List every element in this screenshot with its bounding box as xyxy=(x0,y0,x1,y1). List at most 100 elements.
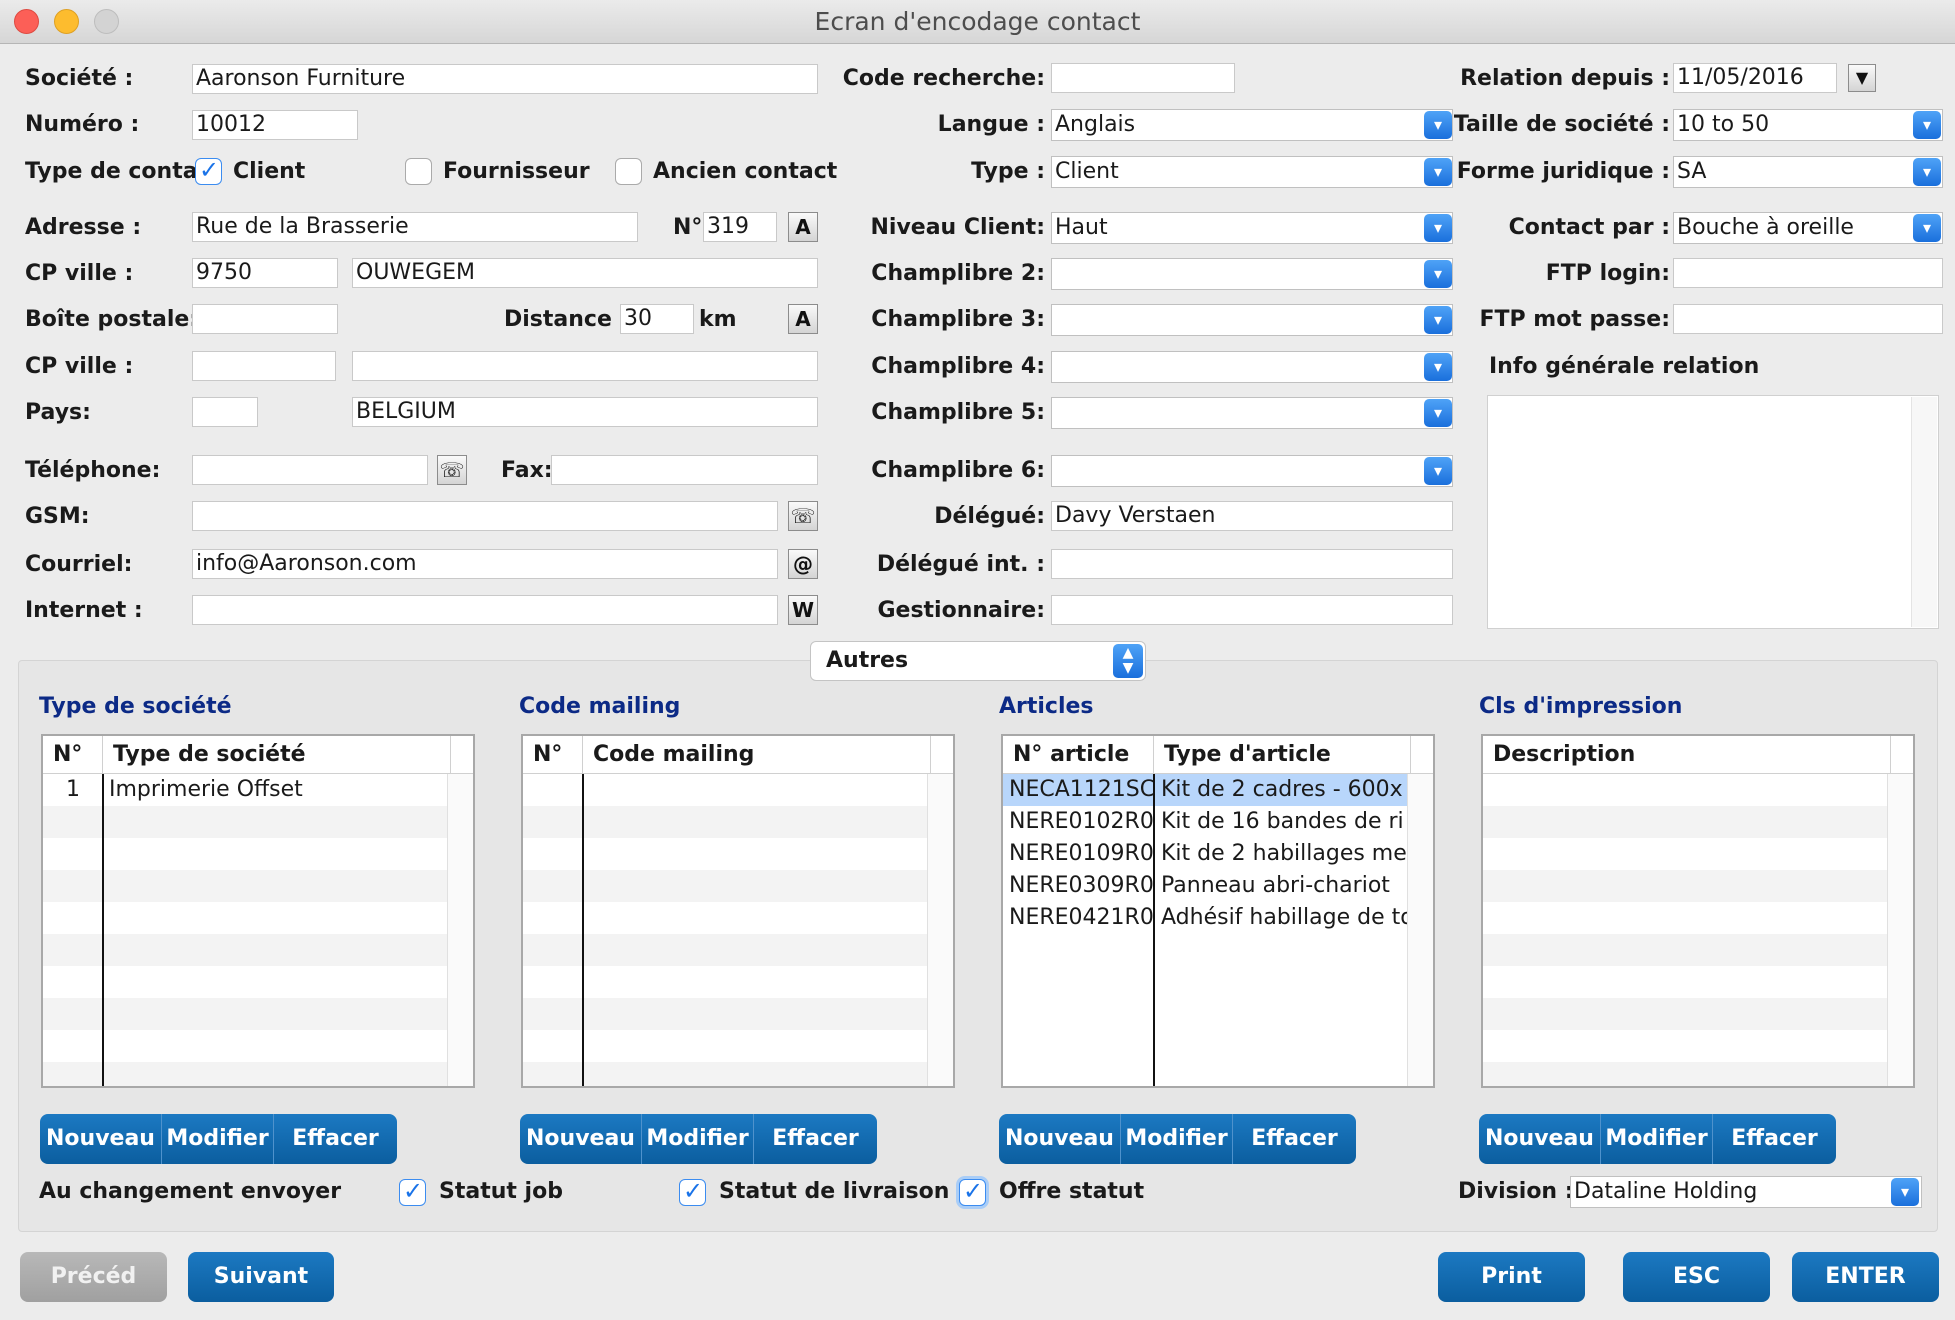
column-header-no[interactable]: N° xyxy=(523,736,583,774)
type-societe-table[interactable]: N° Type de société 1 Imprimerie Offset xyxy=(41,734,475,1088)
address-lookup-icon[interactable]: A xyxy=(788,212,818,242)
column-header-description[interactable]: Description xyxy=(1483,736,1891,774)
table-row[interactable]: NERE0421R0 Adhésif habillage de to xyxy=(1003,902,1407,934)
distance-input[interactable]: 30 xyxy=(620,304,694,334)
articles-nouveau-button[interactable]: Nouveau xyxy=(999,1114,1121,1164)
fax-input[interactable] xyxy=(551,455,818,485)
column-header-type-article[interactable]: Type d'article xyxy=(1154,736,1411,774)
ville-2-input[interactable] xyxy=(352,351,818,381)
client-checkbox[interactable] xyxy=(195,156,222,185)
numero-rue-input[interactable]: 319 xyxy=(703,212,777,242)
code-mailing-table[interactable]: N° Code mailing xyxy=(521,734,955,1088)
cls-impression-nouveau-button[interactable]: Nouveau xyxy=(1479,1114,1601,1164)
gsm-input[interactable] xyxy=(192,501,778,531)
autres-select[interactable]: Autres ▲ ▼ xyxy=(810,641,1146,681)
chevron-down-icon[interactable]: ▾ xyxy=(1913,214,1941,242)
numero-input[interactable]: 10012 xyxy=(192,110,358,140)
table-row[interactable]: NERE0102R0 Kit de 16 bandes de ri xyxy=(1003,806,1407,838)
print-button[interactable]: Print xyxy=(1438,1252,1585,1302)
ville-input[interactable]: OUWEGEM xyxy=(352,258,818,288)
table-row-selected[interactable]: NECA1121SC Kit de 2 cadres - 600x xyxy=(1003,774,1407,806)
code-recherche-input[interactable] xyxy=(1051,63,1235,93)
column-header-no[interactable]: N° xyxy=(43,736,103,774)
column-header-type-societe[interactable]: Type de société xyxy=(103,736,451,774)
column-header-code-mailing[interactable]: Code mailing xyxy=(583,736,931,774)
cls-impression-effacer-button[interactable]: Effacer xyxy=(1713,1114,1836,1164)
column-header-no-article[interactable]: N° article xyxy=(1003,736,1154,774)
type-societe-modifier-button[interactable]: Modifier xyxy=(162,1114,274,1164)
suivant-button[interactable]: Suivant xyxy=(188,1252,334,1302)
web-open-icon[interactable]: W xyxy=(788,595,818,625)
articles-table[interactable]: N° article Type d'article NECA1121SC Kit… xyxy=(1001,734,1435,1088)
offre-statut-checkbox[interactable] xyxy=(959,1177,986,1206)
articles-modifier-button[interactable]: Modifier xyxy=(1121,1114,1233,1164)
precedent-button[interactable]: Précéd xyxy=(20,1252,167,1302)
champlibre-5-select[interactable] xyxy=(1051,397,1453,429)
internet-input[interactable] xyxy=(192,595,778,625)
cls-impression-table[interactable]: Description xyxy=(1481,734,1915,1088)
chevron-down-icon[interactable]: ▾ xyxy=(1913,111,1941,139)
ftp-login-input[interactable] xyxy=(1673,258,1943,288)
adresse-input[interactable]: Rue de la Brasserie xyxy=(192,212,638,242)
telephone-input[interactable] xyxy=(192,455,428,485)
email-send-icon[interactable]: @ xyxy=(788,549,818,579)
code-mailing-nouveau-button[interactable]: Nouveau xyxy=(520,1114,642,1164)
info-generale-textarea[interactable] xyxy=(1487,395,1939,629)
table-scrollbar[interactable] xyxy=(1407,774,1433,1086)
champlibre-4-select[interactable] xyxy=(1051,351,1453,383)
ancien-contact-checkbox[interactable] xyxy=(615,158,642,185)
langue-select[interactable]: Anglais xyxy=(1051,109,1453,141)
calendar-dropdown-icon[interactable]: ▼ xyxy=(1848,64,1876,92)
niveau-client-select[interactable]: Haut xyxy=(1051,212,1453,244)
cls-impression-modifier-button[interactable]: Modifier xyxy=(1601,1114,1713,1164)
type-societe-nouveau-button[interactable]: Nouveau xyxy=(40,1114,162,1164)
chevron-down-icon[interactable]: ▾ xyxy=(1891,1178,1919,1206)
gsm-label: GSM: xyxy=(25,504,90,529)
distance-calc-icon[interactable]: A xyxy=(788,304,818,334)
table-row[interactable]: NERE0309R0 Panneau abri-chariot xyxy=(1003,870,1407,902)
pays-input[interactable]: BELGIUM xyxy=(352,397,818,427)
fournisseur-checkbox[interactable] xyxy=(405,158,432,185)
table-row xyxy=(1483,902,1887,934)
statut-livraison-checkbox[interactable] xyxy=(679,1177,706,1206)
champlibre-6-select[interactable] xyxy=(1051,455,1453,487)
info-scrollbar[interactable] xyxy=(1911,397,1937,627)
courriel-label: Courriel: xyxy=(25,552,133,577)
chevron-down-icon[interactable]: ▾ xyxy=(1424,457,1452,485)
contact-par-select[interactable]: Bouche à oreille xyxy=(1673,212,1943,244)
esc-button[interactable]: ESC xyxy=(1623,1252,1770,1302)
cp-input[interactable]: 9750 xyxy=(192,258,338,288)
table-row[interactable]: NERE0109R0 Kit de 2 habillages me xyxy=(1003,838,1407,870)
table-scrollbar[interactable] xyxy=(1887,774,1913,1086)
forme-juridique-select[interactable]: SA xyxy=(1673,156,1943,188)
phone-dial-icon[interactable]: ☏ xyxy=(437,455,467,485)
chevron-down-icon[interactable]: ▾ xyxy=(1424,353,1452,381)
societe-input[interactable]: Aaronson Furniture xyxy=(192,64,818,94)
statut-job-checkbox[interactable] xyxy=(399,1177,426,1206)
division-select[interactable]: Dataline Holding xyxy=(1570,1176,1922,1208)
type-select[interactable]: Client xyxy=(1051,156,1453,188)
table-scrollbar[interactable] xyxy=(927,774,953,1086)
code-mailing-effacer-button[interactable]: Effacer xyxy=(754,1114,877,1164)
chevron-down-icon[interactable]: ▾ xyxy=(1424,399,1452,427)
gsm-dial-icon[interactable]: ☏ xyxy=(788,501,818,531)
pays-code-input[interactable] xyxy=(192,397,258,427)
champlibre-3-select[interactable] xyxy=(1051,304,1453,336)
gestionnaire-input[interactable] xyxy=(1051,595,1453,625)
type-societe-effacer-button[interactable]: Effacer xyxy=(274,1114,397,1164)
cp-2-input[interactable] xyxy=(192,351,336,381)
delegue-input[interactable]: Davy Verstaen xyxy=(1051,501,1453,531)
table-scrollbar[interactable] xyxy=(447,774,473,1086)
relation-depuis-input[interactable]: 11/05/2016 xyxy=(1673,63,1837,93)
articles-effacer-button[interactable]: Effacer xyxy=(1233,1114,1356,1164)
champlibre-2-select[interactable] xyxy=(1051,258,1453,290)
enter-button[interactable]: ENTER xyxy=(1792,1252,1939,1302)
courriel-input[interactable]: info@Aaronson.com xyxy=(192,549,778,579)
row-no-article: NECA1121SC xyxy=(1009,777,1153,802)
delegue-int-input[interactable] xyxy=(1051,549,1453,579)
taille-societe-select[interactable]: 10 to 50 xyxy=(1673,109,1943,141)
boite-postale-input[interactable] xyxy=(192,304,338,334)
chevron-down-icon[interactable]: ▾ xyxy=(1913,158,1941,186)
code-mailing-modifier-button[interactable]: Modifier xyxy=(642,1114,754,1164)
ftp-mot-passe-input[interactable] xyxy=(1673,304,1943,334)
